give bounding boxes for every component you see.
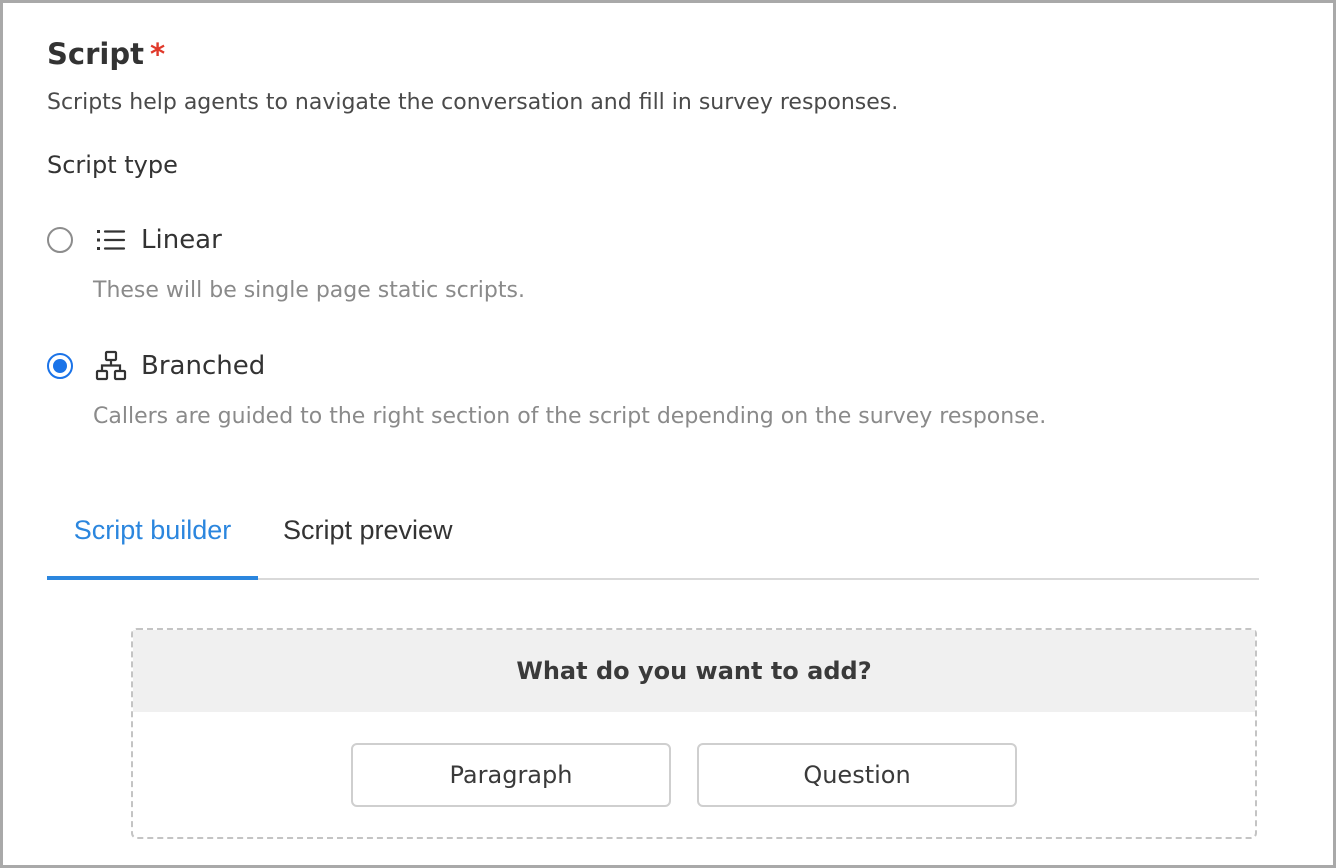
script-type-option-branched[interactable]: Branched	[47, 348, 265, 384]
script-section: Script * Scripts help agents to navigate …	[0, 0, 1336, 868]
option-label-branched: Branched	[141, 351, 266, 381]
required-asterisk: *	[149, 37, 166, 71]
script-tabs: Script builder Script preview	[47, 493, 1259, 580]
script-type-option-linear[interactable]: Linear	[47, 222, 222, 258]
option-label-linear: Linear	[141, 225, 222, 255]
option-description-linear: These will be single page static scripts…	[93, 278, 525, 303]
radio-branched[interactable]	[47, 353, 73, 379]
radio-linear[interactable]	[47, 227, 73, 253]
builder-prompt: What do you want to add?	[516, 657, 872, 685]
add-question-button[interactable]: Question	[697, 743, 1017, 807]
add-paragraph-button[interactable]: Paragraph	[351, 743, 671, 807]
section-title: Script *	[47, 34, 165, 74]
list-icon	[95, 224, 127, 256]
option-description-branched: Callers are guided to the right section …	[93, 404, 1047, 429]
section-description: Scripts help agents to navigate the conv…	[47, 90, 899, 115]
script-builder-dropzone: What do you want to add? Paragraph Quest…	[131, 628, 1257, 839]
sitemap-icon	[95, 350, 127, 382]
section-title-text: Script	[47, 37, 144, 71]
tab-script-builder[interactable]: Script builder	[47, 493, 258, 580]
builder-header: What do you want to add?	[133, 630, 1255, 712]
script-type-label: Script type	[47, 151, 178, 179]
tab-script-preview[interactable]: Script preview	[283, 493, 453, 580]
